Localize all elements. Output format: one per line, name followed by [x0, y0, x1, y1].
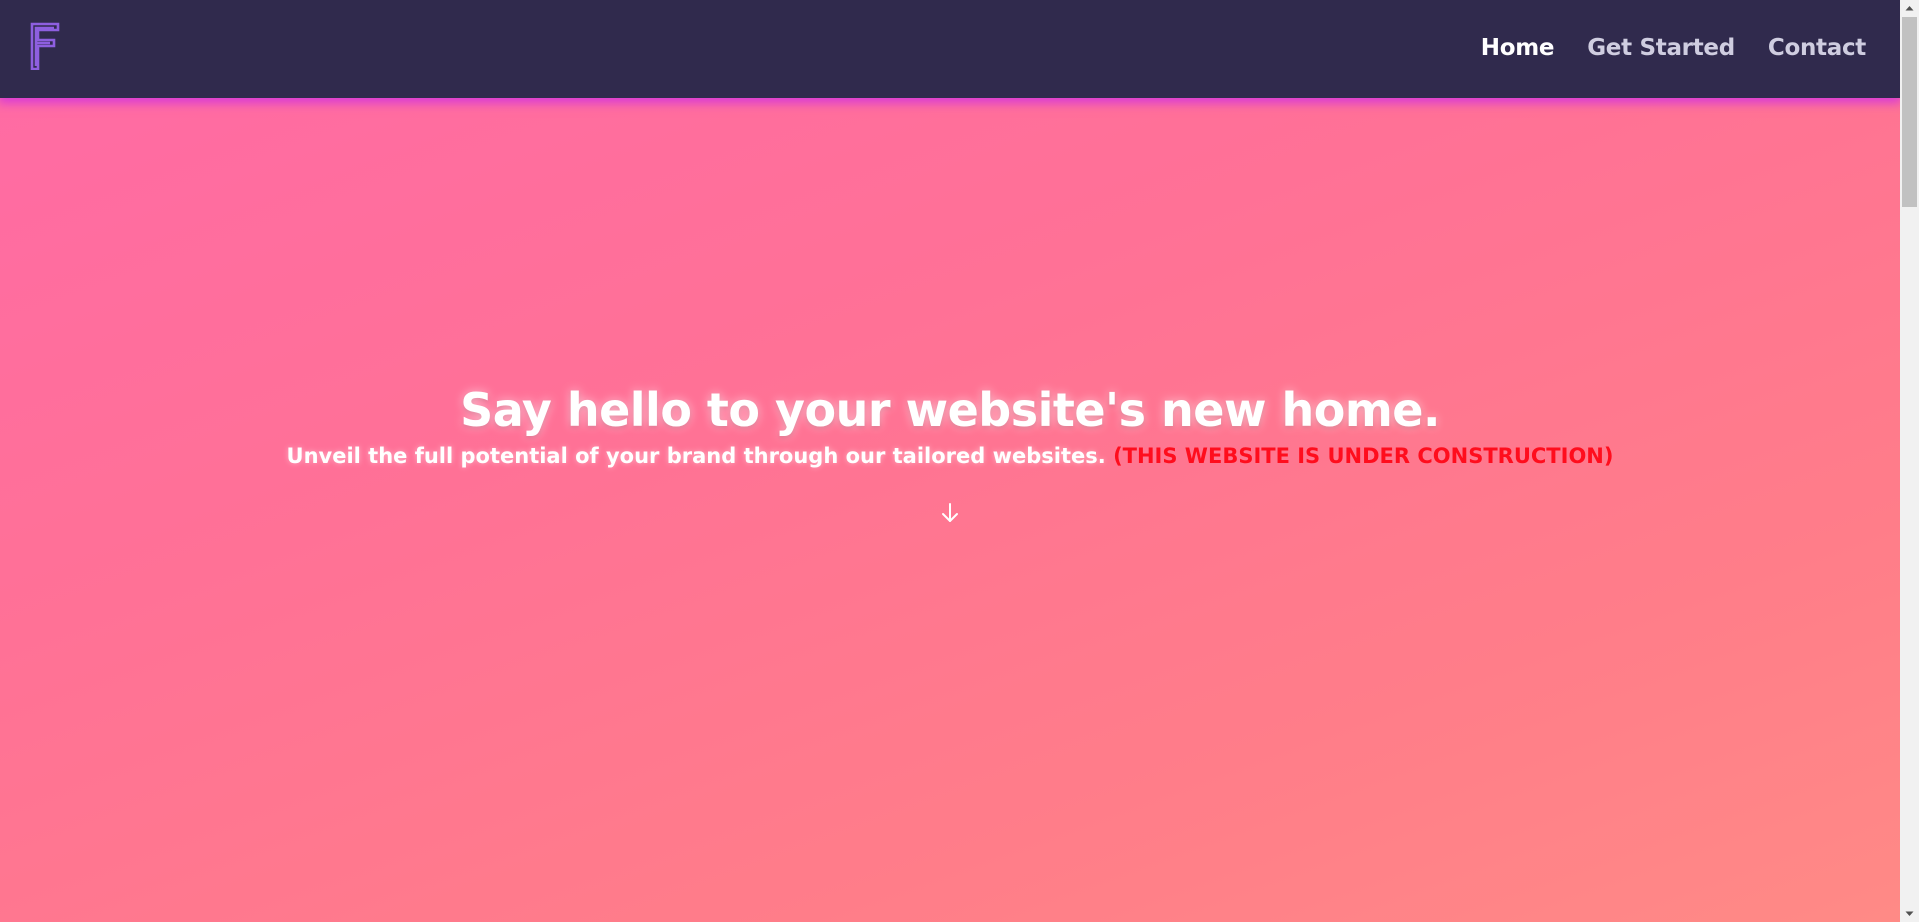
construction-notice: (THIS WEBSITE IS UNDER CONSTRUCTION) [1113, 444, 1614, 468]
arrow-down-icon [942, 503, 958, 522]
nav-link-contact[interactable]: Contact [1768, 35, 1866, 61]
viewport: Home Get Started Contact Say hello to yo… [0, 0, 1900, 922]
nav-links: Home Get Started Contact [1481, 0, 1867, 96]
f-monogram-icon [30, 22, 60, 71]
hero-title: Say hello to your website's new home. [460, 383, 1440, 437]
hero-subtitle: Unveil the full potential of your brand … [0, 440, 1900, 472]
scroll-up-arrow-icon[interactable] [1900, 0, 1919, 17]
scroll-down-button[interactable] [940, 502, 960, 524]
nav-link-get-started[interactable]: Get Started [1587, 35, 1735, 61]
scrollbar-thumb[interactable] [1902, 17, 1917, 207]
hero-subtitle-text: Unveil the full potential of your brand … [286, 444, 1106, 468]
nav-link-home[interactable]: Home [1481, 35, 1555, 61]
page: Home Get Started Contact Say hello to yo… [0, 0, 1919, 922]
navbar: Home Get Started Contact [0, 0, 1900, 98]
logo-link[interactable] [30, 22, 60, 71]
scroll-down-arrow-icon[interactable] [1900, 905, 1919, 922]
vertical-scrollbar[interactable] [1900, 0, 1919, 922]
hero-section: Say hello to your website's new home. Un… [0, 380, 1900, 472]
